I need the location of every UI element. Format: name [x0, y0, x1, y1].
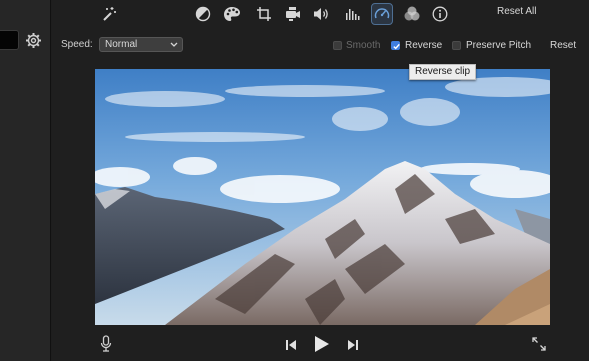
- crop-icon[interactable]: [254, 4, 274, 24]
- reverse-label: Reverse: [405, 40, 443, 51]
- stabilization-camera-icon[interactable]: [283, 4, 303, 24]
- left-input-field[interactable]: [0, 30, 19, 50]
- video-viewer[interactable]: [95, 69, 550, 325]
- skip-back-icon[interactable]: [284, 338, 298, 352]
- chevron-down-icon: [169, 38, 179, 51]
- reverse-checkbox[interactable]: [391, 41, 400, 50]
- left-panel: [0, 0, 51, 361]
- color-palette-icon[interactable]: [222, 4, 242, 24]
- smooth-label: Smooth: [346, 40, 381, 51]
- preserve-pitch-label: Preserve Pitch: [466, 40, 532, 51]
- fullscreen-icon[interactable]: [531, 336, 547, 352]
- volume-icon[interactable]: [312, 4, 332, 24]
- play-icon[interactable]: [313, 334, 331, 354]
- speed-label: Speed:: [61, 39, 93, 50]
- magic-wand-icon[interactable]: [98, 4, 118, 24]
- speed-controls-row: Speed: Normal Smooth Reverse Preserve Pi…: [52, 36, 589, 54]
- equalizer-icon[interactable]: [342, 4, 362, 24]
- noise-filter-icon[interactable]: [402, 4, 422, 24]
- color-balance-icon[interactable]: [193, 4, 213, 24]
- reverse-clip-tooltip: Reverse clip: [409, 64, 476, 80]
- speed-select-value: Normal: [105, 39, 138, 50]
- microphone-icon[interactable]: [99, 335, 113, 353]
- speed-gauge-icon[interactable]: [371, 3, 393, 25]
- reset-button[interactable]: Reset: [550, 40, 576, 51]
- inspector-viewer: Reset All Speed: Normal Smooth Reverse P…: [52, 0, 589, 361]
- mountain-video-frame: [95, 69, 550, 325]
- smooth-checkbox[interactable]: [333, 41, 342, 50]
- info-icon[interactable]: [430, 4, 450, 24]
- skip-forward-icon[interactable]: [346, 338, 360, 352]
- reset-all-button[interactable]: Reset All: [497, 6, 536, 17]
- speed-select[interactable]: Normal: [99, 37, 183, 52]
- preserve-pitch-checkbox[interactable]: [452, 41, 461, 50]
- gear-icon[interactable]: [25, 32, 42, 49]
